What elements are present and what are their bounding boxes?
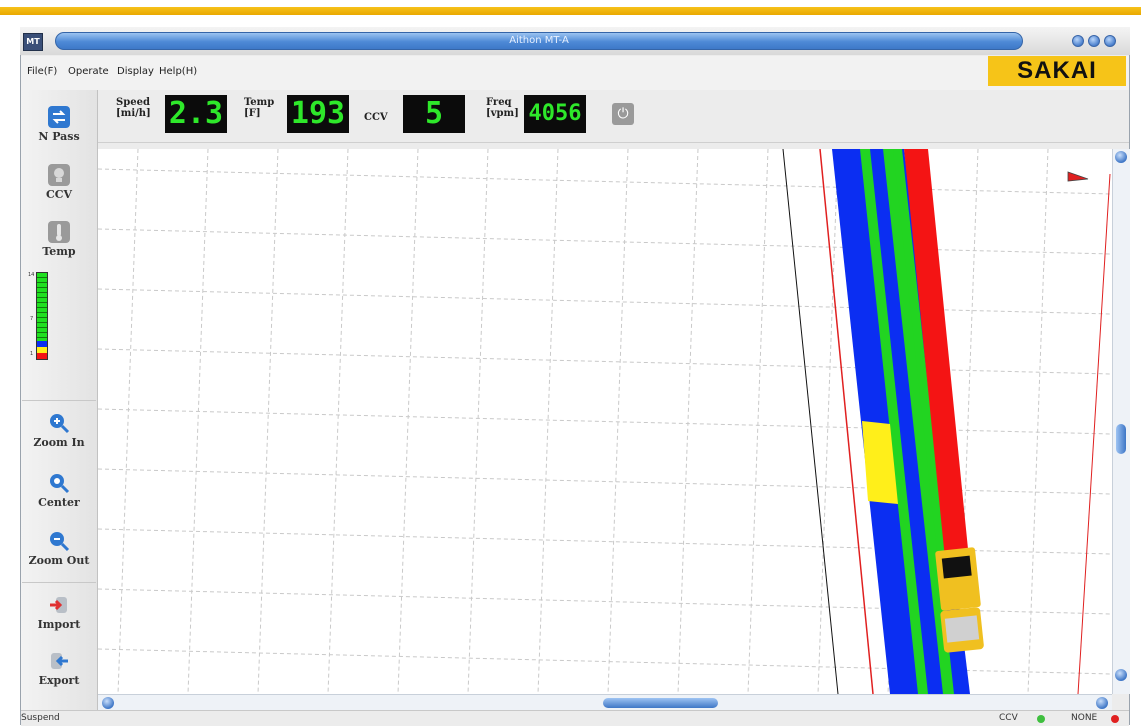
close-icon[interactable] xyxy=(1104,35,1116,47)
zoom-out-icon xyxy=(48,530,70,552)
export-icon xyxy=(48,650,70,672)
edge-line-right xyxy=(1077,173,1111,694)
mode-status-dot xyxy=(1111,715,1119,723)
ccv-icon xyxy=(48,164,70,186)
top-banner xyxy=(0,0,1141,22)
power-icon: ⏻ xyxy=(617,106,629,122)
center-icon xyxy=(48,472,70,494)
horizontal-scroll-thumb[interactable] xyxy=(603,698,718,708)
ccv-label: CCV xyxy=(45,188,73,201)
center-button[interactable]: Center xyxy=(22,472,96,509)
boundary-line xyxy=(782,149,839,694)
zoom-in-icon xyxy=(48,412,70,434)
zoom-out-label: Zoom Out xyxy=(28,554,90,567)
horizontal-scrollbar[interactable] xyxy=(98,694,1112,711)
export-label: Export xyxy=(38,674,80,687)
ccv-button[interactable]: CCV xyxy=(22,164,96,201)
banner-stripe xyxy=(0,7,1141,15)
import-label: Import xyxy=(37,618,81,631)
import-icon xyxy=(48,594,70,616)
scroll-right-icon[interactable] xyxy=(1096,697,1108,709)
vertical-scroll-thumb[interactable] xyxy=(1116,424,1126,454)
status-text: Suspend xyxy=(21,713,60,723)
scale-label-mid: 7 xyxy=(30,316,34,322)
menu-display[interactable]: Display xyxy=(117,66,154,77)
vertical-scrollbar[interactable] xyxy=(1112,149,1130,694)
zoom-out-button[interactable]: Zoom Out xyxy=(22,530,96,567)
ccv-gauge-label: CCV xyxy=(364,112,388,123)
sakai-logo: SAKAI xyxy=(988,56,1126,86)
sidebar-divider xyxy=(22,582,96,583)
temp-label: Temp xyxy=(42,245,76,258)
import-button[interactable]: Import xyxy=(22,594,96,631)
minimize-icon[interactable] xyxy=(1072,35,1084,47)
menu-file[interactable]: File(F) xyxy=(27,66,57,77)
ccv-status-label: CCV xyxy=(999,713,1018,723)
freq-label-name: Freq xyxy=(486,97,512,108)
n-pass-button[interactable]: N Pass xyxy=(22,106,96,143)
thermometer-icon xyxy=(48,221,70,243)
maximize-icon[interactable] xyxy=(1088,35,1100,47)
center-label: Center xyxy=(38,496,80,509)
power-button[interactable]: ⏻ xyxy=(612,103,634,125)
scale-label-bottom: 1 xyxy=(30,351,34,357)
n-pass-label: N Pass xyxy=(38,130,80,143)
pass-color-scale xyxy=(36,272,48,360)
scroll-left-icon[interactable] xyxy=(102,697,114,709)
freq-label: Freq [vpm] xyxy=(486,97,519,119)
status-bar: Suspend CCV NONE xyxy=(21,710,1129,726)
north-arrow-icon xyxy=(1067,171,1089,182)
scale-label-top: 14 xyxy=(28,272,35,278)
temp-gauge-label: Temp [F] xyxy=(244,97,274,119)
sidebar-divider xyxy=(22,400,96,401)
zoom-in-label: Zoom In xyxy=(33,436,85,449)
ccv-display: 5 xyxy=(403,95,465,133)
speed-label-unit: [mi/h] xyxy=(116,108,151,119)
mode-status-label: NONE xyxy=(1071,713,1098,723)
window-title: Aithon MT-A xyxy=(55,32,1023,50)
freq-display: 4056 xyxy=(524,95,586,133)
speed-display: 2.3 xyxy=(165,95,227,133)
zoom-in-button[interactable]: Zoom In xyxy=(22,412,96,449)
speed-label-name: Speed xyxy=(116,97,150,108)
speed-label: Speed [mi/h] xyxy=(116,97,151,119)
scroll-down-icon[interactable] xyxy=(1115,669,1127,681)
temp-label-unit: [F] xyxy=(244,108,261,119)
scroll-up-icon[interactable] xyxy=(1115,151,1127,163)
menu-help[interactable]: Help(H) xyxy=(159,66,197,77)
freq-label-unit: [vpm] xyxy=(486,108,519,119)
swap-arrows-icon xyxy=(48,106,70,128)
temp-display: 193 xyxy=(287,95,349,133)
ccv-status-dot xyxy=(1037,715,1045,723)
app-icon[interactable]: MT xyxy=(23,33,43,51)
temp-button[interactable]: Temp xyxy=(22,221,96,258)
export-button[interactable]: Export xyxy=(22,650,96,687)
temp-label-name: Temp xyxy=(244,97,275,108)
compaction-map[interactable] xyxy=(98,149,1112,694)
menu-operate[interactable]: Operate xyxy=(68,66,109,77)
